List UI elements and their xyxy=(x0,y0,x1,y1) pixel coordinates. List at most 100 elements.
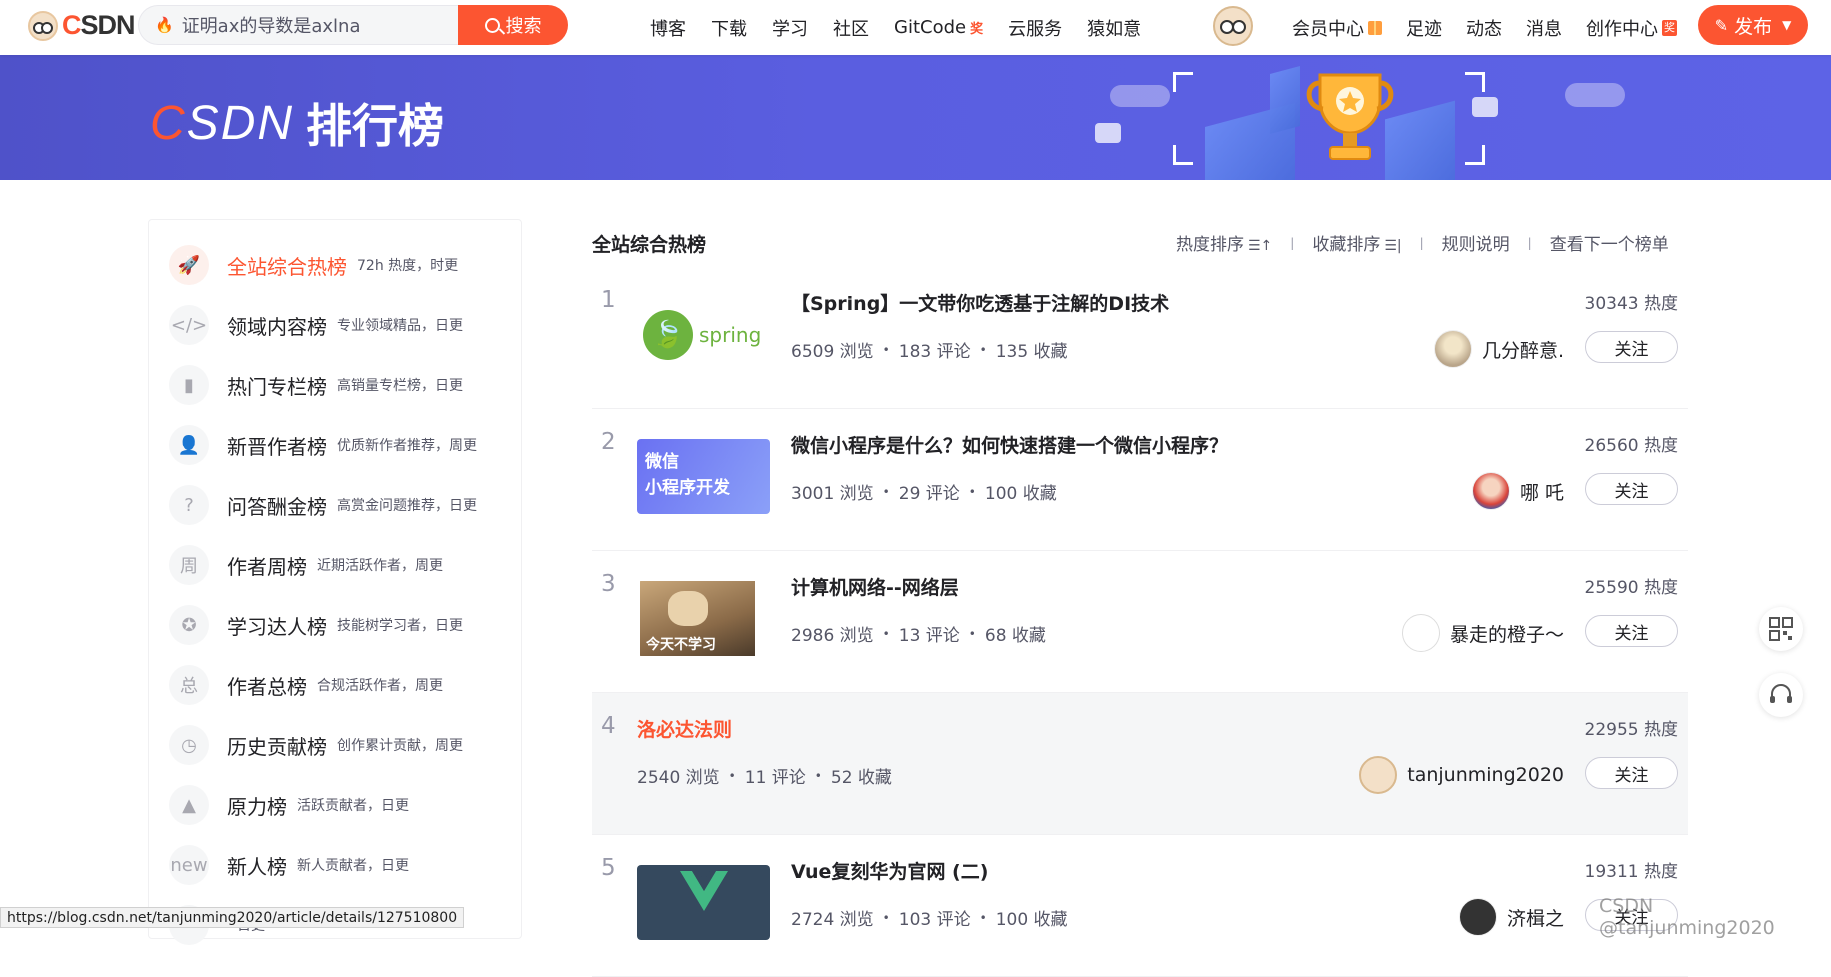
sort-list-icon: ☰| xyxy=(1384,238,1402,254)
sidebar-item[interactable]: ✪ 学习达人榜 技能树学习者，日更 xyxy=(169,605,463,645)
user-avatar[interactable] xyxy=(1213,6,1253,46)
publish-button[interactable]: ✎ 发布 ▼ xyxy=(1698,5,1808,45)
nav-download[interactable]: 下载 xyxy=(711,15,747,41)
comment-count: 11 评论 xyxy=(744,768,806,788)
dot-separator: • xyxy=(814,768,822,783)
follow-button[interactable]: 关注 xyxy=(1585,615,1678,647)
search-bar: 🔥 搜索 xyxy=(138,5,568,45)
nav-footprint[interactable]: 足迹 xyxy=(1406,15,1442,41)
sidebar-item[interactable]: ▮ 热门专栏榜 高销量专栏榜，日更 xyxy=(169,365,463,405)
heat-value: 25590 热度 xyxy=(1584,578,1678,598)
sidebar-item-label: 全站综合热榜 xyxy=(227,254,347,279)
heat-value: 30343 热度 xyxy=(1584,294,1678,314)
sidebar-item-label: 学习达人榜 xyxy=(227,614,327,639)
dot-separator: • xyxy=(979,342,987,357)
nav-blog[interactable]: 博客 xyxy=(650,15,686,41)
nav-learn[interactable]: 学习 xyxy=(772,15,808,41)
article-title[interactable]: 微信小程序是什么？如何快速搭建一个微信小程序？ xyxy=(791,431,1228,458)
sidebar-item[interactable]: 总作者总榜 合规活跃作者，周更 xyxy=(169,665,443,705)
nav-cloud[interactable]: 云服务 xyxy=(1008,15,1062,41)
sidebar-item-desc: 72h 热度，时更 xyxy=(357,258,459,274)
sidebar-item-desc: 技能树学习者，日更 xyxy=(337,618,463,634)
rank-number: 1 xyxy=(601,287,616,313)
nav-community[interactable]: 社区 xyxy=(833,15,869,41)
author-avatar[interactable] xyxy=(1471,472,1510,510)
sidebar-item[interactable]: </> 领域内容榜 专业领域精品，日更 xyxy=(169,305,463,345)
next-list-link[interactable]: 查看下一个榜单 xyxy=(1550,230,1669,255)
sidebar-item[interactable]: new 新人榜 新人贡献者，日更 xyxy=(169,845,409,885)
author-avatar[interactable] xyxy=(1359,756,1398,794)
sidebar-item-label: 热门专栏榜 xyxy=(227,374,327,399)
article-thumbnail[interactable] xyxy=(637,865,770,940)
author-info[interactable]: 暴走的橙子～ xyxy=(1401,614,1564,652)
nav-creator-center[interactable]: 创作中心奖 xyxy=(1586,15,1677,41)
ranking-row[interactable]: 3 今天不学习 计算机网络--网络层 25590 热度 2986 浏览 • 13 评论 • 68… xyxy=(592,551,1688,693)
article-thumbnail[interactable]: 微信 小程序开发 xyxy=(637,439,770,514)
sidebar-item-desc: 优质新作者推荐，周更 xyxy=(337,438,477,454)
author-avatar[interactable] xyxy=(1433,330,1472,368)
thumb-caption: 小程序开发 xyxy=(645,478,730,498)
nav-messages[interactable]: 消息 xyxy=(1526,15,1562,41)
headset-icon[interactable] xyxy=(1759,673,1803,717)
follow-button[interactable]: 关注 xyxy=(1585,473,1678,505)
author-info[interactable]: tanjunming2020 xyxy=(1359,756,1564,794)
ranking-row[interactable]: 5 Vue复刻华为官网 (二) 19311 热度 2724 浏览 • 103 评论 • 100… xyxy=(592,835,1688,977)
nav-yuanruyi[interactable]: 猿如意 xyxy=(1087,15,1141,41)
follow-button[interactable]: 关注 xyxy=(1585,331,1678,363)
comment-count: 13 评论 xyxy=(898,626,960,646)
ranking-row[interactable]: 1 🍃 spring 【Spring】一文带你吃透基于注解的DI技术 30343 热度 6… xyxy=(592,267,1688,409)
qrcode-icon[interactable] xyxy=(1759,607,1803,651)
sort-by-heat-label: 热度排序 xyxy=(1176,235,1244,255)
sidebar-item[interactable]: 🚀 全站综合热榜 72h 热度，时更 xyxy=(169,245,458,285)
author-info[interactable]: 济楫之 xyxy=(1458,898,1564,936)
author-info[interactable]: 哪 吒 xyxy=(1471,472,1564,510)
author-avatar[interactable] xyxy=(1401,614,1440,652)
medal-icon: ✪ xyxy=(169,605,209,645)
search-button[interactable]: 搜索 xyxy=(458,5,568,45)
author-name[interactable]: 暴走的橙子～ xyxy=(1450,620,1564,647)
article-thumbnail[interactable]: 🍃 spring xyxy=(637,297,770,372)
sidebar-item-desc: 高销量专栏榜，日更 xyxy=(337,378,463,394)
article-title[interactable]: 【Spring】一文带你吃透基于注解的DI技术 xyxy=(791,289,1169,316)
author-name[interactable]: 几分醉意. xyxy=(1482,336,1564,363)
creator-award-badge: 奖 xyxy=(1662,19,1677,36)
sidebar-item-desc: 创作累计贡献，周更 xyxy=(337,738,463,754)
favorite-count: 135 收藏 xyxy=(995,342,1068,362)
sidebar-item[interactable]: ▲ 原力榜 活跃贡献者，日更 xyxy=(169,785,409,825)
author-avatar[interactable] xyxy=(1458,898,1497,936)
sort-by-favorites[interactable]: 收藏排序 ☰| xyxy=(1312,230,1401,255)
sidebar-item[interactable]: ◷ 历史贡献榜 创作累计贡献，周更 xyxy=(169,725,463,765)
publish-label: 发布 xyxy=(1734,15,1773,38)
ranking-banner: CSDN 排行榜 xyxy=(0,55,1831,180)
cube-decoration xyxy=(1270,65,1300,135)
follow-button[interactable]: 关注 xyxy=(1585,757,1678,789)
sidebar-item[interactable]: ? 问答酬金榜 高赏金问题推荐，日更 xyxy=(169,485,477,525)
nav-activity[interactable]: 动态 xyxy=(1466,15,1502,41)
author-name[interactable]: tanjunming2020 xyxy=(1407,764,1564,786)
ranking-row[interactable]: 2 微信 小程序开发 微信小程序是什么？如何快速搭建一个微信小程序？ 26560 热度 3… xyxy=(592,409,1688,551)
cube-decoration xyxy=(1385,100,1455,180)
ranking-row[interactable]: 4 洛必达法则 22955 热度 2540 浏览 • 11 评论 • 52 收藏 tanjunm… xyxy=(592,693,1688,835)
author-name[interactable]: 哪 吒 xyxy=(1520,478,1564,505)
sidebar-item[interactable]: 周作者周榜 近期活跃作者，周更 xyxy=(169,545,443,585)
search-input[interactable] xyxy=(181,14,432,36)
article-title[interactable]: Vue复刻华为官网 (二) xyxy=(791,857,988,884)
author-info[interactable]: 几分醉意. xyxy=(1433,330,1564,368)
article-title[interactable]: 计算机网络--网络层 xyxy=(791,573,959,600)
cloud-decoration xyxy=(1565,83,1625,107)
thumb-caption: 微信 xyxy=(645,452,679,472)
article-stats: 6509 浏览 • 183 评论 • 135 收藏 xyxy=(791,337,1068,362)
nav-creator-label: 创作中心 xyxy=(1586,18,1658,40)
csdn-logo[interactable]: CSDN xyxy=(28,10,136,41)
sidebar-item[interactable]: 👤 新晋作者榜 优质新作者推荐，周更 xyxy=(169,425,477,465)
article-thumbnail[interactable]: 今天不学习 xyxy=(637,581,770,656)
gift-icon xyxy=(1368,20,1382,35)
rules-link[interactable]: 规则说明 xyxy=(1442,230,1510,255)
author-name[interactable]: 济楫之 xyxy=(1507,904,1564,931)
nav-gitcode[interactable]: GitCode 奖 xyxy=(894,17,983,38)
user-nav: 会员中心 足迹 动态 消息 创作中心奖 xyxy=(1292,0,1701,55)
nav-vip[interactable]: 会员中心 xyxy=(1292,15,1382,41)
article-stats: 2724 浏览 • 103 评论 • 100 收藏 xyxy=(791,905,1068,930)
article-title[interactable]: 洛必达法则 xyxy=(637,715,732,742)
sort-by-heat[interactable]: 热度排序 ☰↑ xyxy=(1176,230,1272,255)
